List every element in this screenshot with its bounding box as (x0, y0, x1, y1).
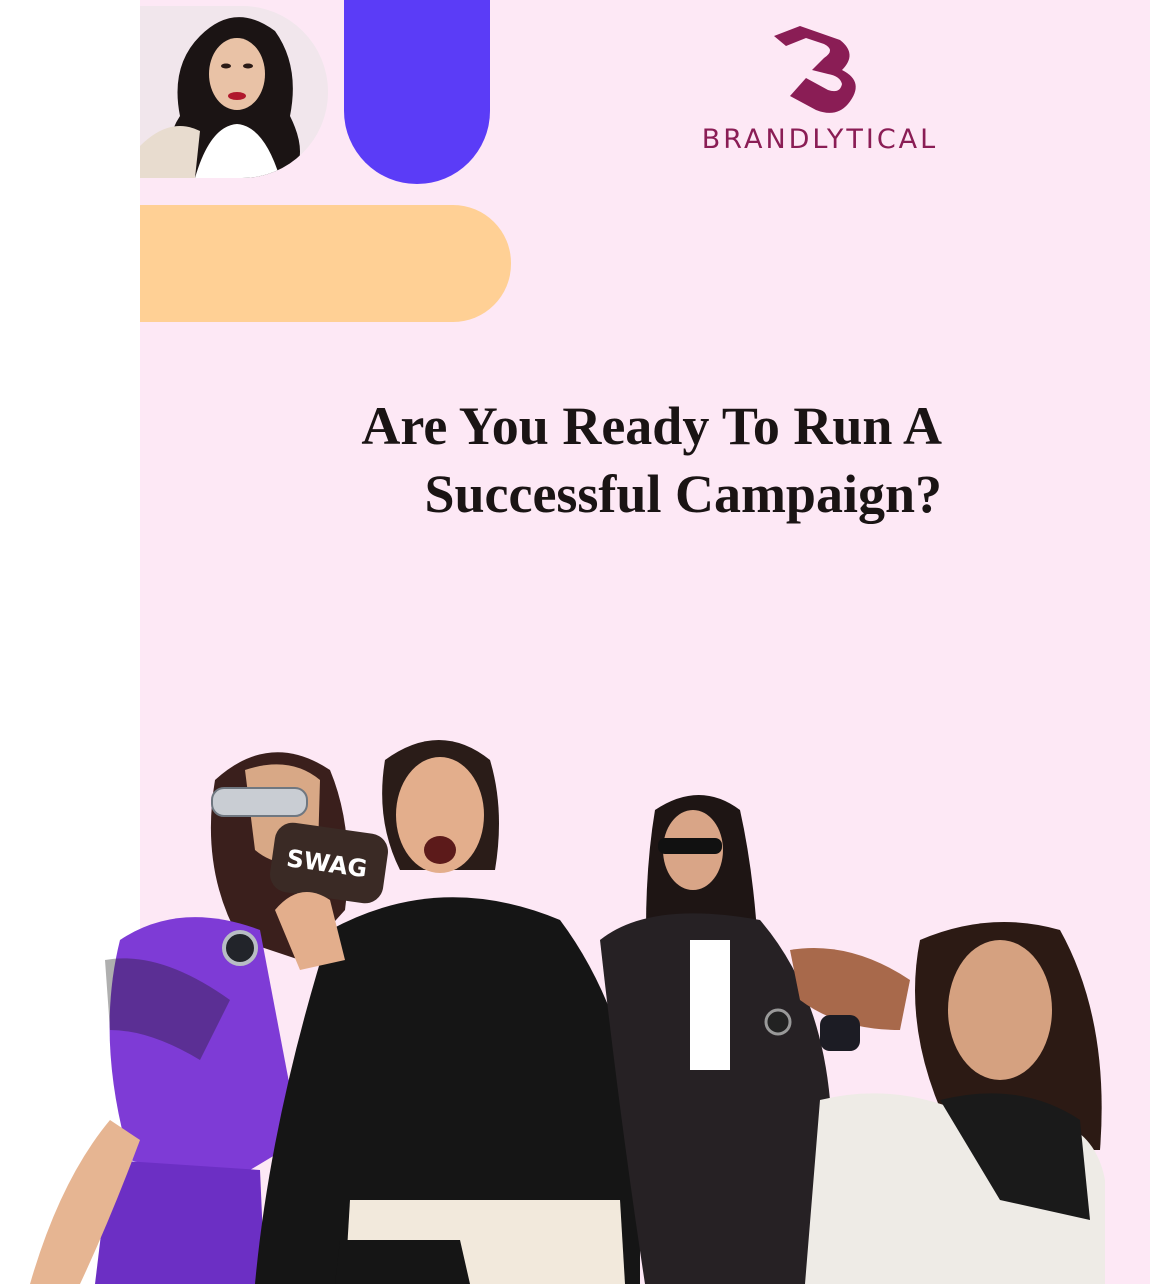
purple-decorative-shape (344, 0, 490, 184)
influencer-3 (600, 795, 830, 1284)
brand-wordmark: BRANDLYTICAL (701, 124, 939, 155)
page-headline: Are You Ready To Run A Successful Campai… (302, 392, 942, 528)
brand-logo: BRANDLYTICAL (690, 20, 950, 160)
peach-decorative-shape (140, 205, 511, 322)
portrait-illustration (140, 6, 328, 178)
headline-line-2: Successful Campaign? (424, 464, 942, 524)
influencer-portrait (140, 6, 328, 178)
influencer-4 (790, 922, 1105, 1284)
b-monogram-icon (774, 26, 856, 113)
influencers-group-photo: SWAG (30, 740, 1105, 1284)
headline-line-1: Are You Ready To Run A (361, 396, 942, 456)
